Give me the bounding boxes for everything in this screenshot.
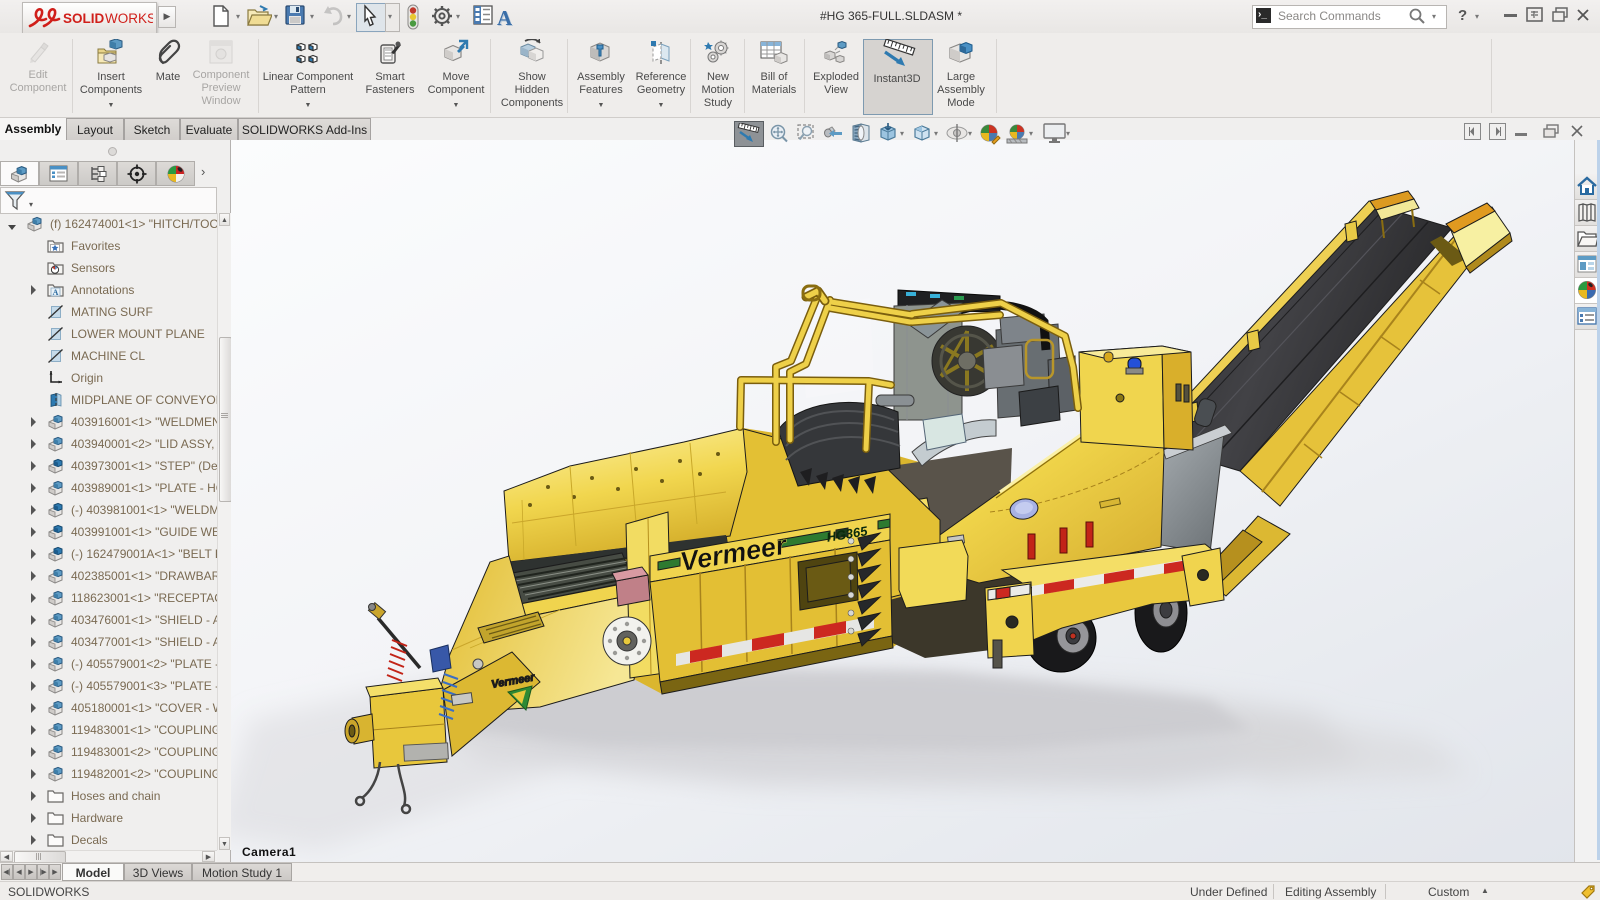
svg-text:WORKS: WORKS bbox=[105, 11, 153, 26]
svg-text:SOLID: SOLID bbox=[63, 11, 105, 26]
svg-text:A: A bbox=[53, 288, 59, 297]
